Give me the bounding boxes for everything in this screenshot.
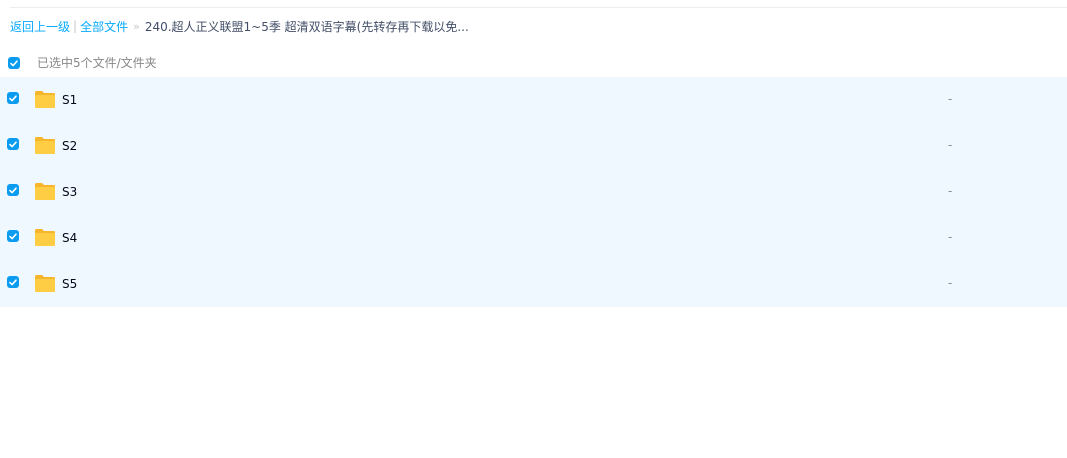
row-checkbox[interactable] bbox=[7, 230, 19, 242]
file-name[interactable]: S5 bbox=[62, 277, 77, 291]
file-row[interactable]: S3 - bbox=[0, 169, 1067, 215]
breadcrumb: 返回上一级 | 全部文件 » 240.超人正义联盟1~5季 超清双语字幕(先转存… bbox=[10, 18, 469, 34]
file-name[interactable]: S4 bbox=[62, 231, 77, 245]
row-checkbox[interactable] bbox=[7, 184, 19, 196]
row-checkbox[interactable] bbox=[7, 92, 19, 104]
file-size: - bbox=[948, 92, 953, 106]
all-files-link[interactable]: 全部文件 bbox=[80, 18, 128, 35]
selection-summary: 已选中5个文件/文件夹 bbox=[37, 55, 157, 70]
folder-icon bbox=[35, 229, 55, 246]
file-size: - bbox=[948, 230, 953, 244]
breadcrumb-separator: | bbox=[73, 19, 78, 33]
check-icon bbox=[9, 186, 17, 193]
file-size: - bbox=[948, 276, 953, 290]
folder-icon bbox=[35, 137, 55, 154]
select-all-checkbox[interactable] bbox=[8, 57, 20, 69]
check-icon bbox=[9, 232, 17, 239]
file-name[interactable]: S1 bbox=[62, 93, 77, 107]
folder-icon bbox=[35, 183, 55, 200]
current-folder-name: 240.超人正义联盟1~5季 超清双语字幕(先转存再下载以免... bbox=[144, 19, 469, 34]
row-checkbox[interactable] bbox=[7, 138, 19, 150]
file-name[interactable]: S2 bbox=[62, 139, 77, 153]
check-icon bbox=[10, 59, 18, 66]
file-row[interactable]: S4 - bbox=[0, 215, 1067, 261]
divider bbox=[10, 7, 1067, 8]
check-icon bbox=[9, 140, 17, 147]
breadcrumb-arrow-icon: » bbox=[133, 19, 140, 33]
file-list: S1 - S2 - S3 - S4 - S5 - bbox=[0, 77, 1067, 307]
select-all-row: 已选中5个文件/文件夹 bbox=[0, 50, 1067, 74]
row-checkbox[interactable] bbox=[7, 276, 19, 288]
file-row[interactable]: S2 - bbox=[0, 123, 1067, 169]
file-row[interactable]: S5 - bbox=[0, 261, 1067, 307]
file-size: - bbox=[948, 138, 953, 152]
file-size: - bbox=[948, 184, 953, 198]
file-row[interactable]: S1 - bbox=[0, 77, 1067, 123]
folder-icon bbox=[35, 275, 55, 292]
folder-icon bbox=[35, 91, 55, 108]
check-icon bbox=[9, 278, 17, 285]
back-link[interactable]: 返回上一级 bbox=[10, 18, 70, 35]
file-browser: 返回上一级 | 全部文件 » 240.超人正义联盟1~5季 超清双语字幕(先转存… bbox=[0, 0, 1067, 458]
file-name[interactable]: S3 bbox=[62, 185, 77, 199]
check-icon bbox=[9, 94, 17, 101]
